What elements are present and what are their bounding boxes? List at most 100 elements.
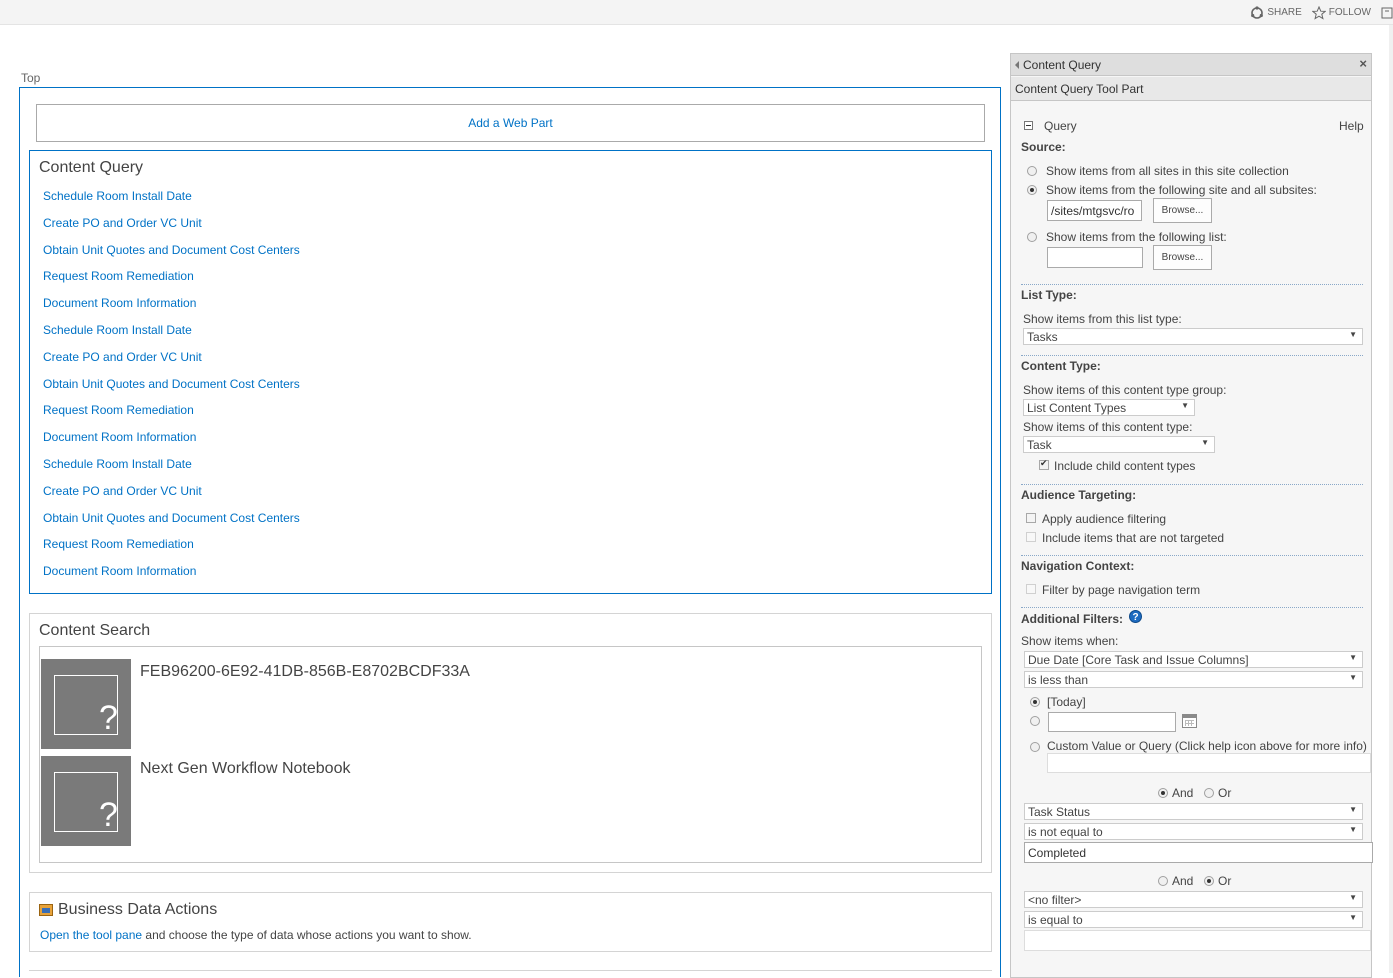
- content-query-title: Content Query: [39, 159, 144, 176]
- radio-and-1[interactable]: [1158, 788, 1168, 798]
- chevron-down-icon: ▼: [1349, 805, 1357, 814]
- search-result-item[interactable]: ? FEB96200-6E92-41DB-856B-E8702BCDF33A: [41, 659, 641, 749]
- radio-following-list[interactable]: [1027, 232, 1037, 242]
- item-link[interactable]: Schedule Room Install Date: [43, 323, 192, 337]
- radio-and-2[interactable]: [1158, 876, 1168, 886]
- page-scrollbar[interactable]: [1389, 25, 1393, 973]
- include-child-checkbox[interactable]: [1039, 458, 1049, 470]
- radio-or-1[interactable]: [1204, 788, 1214, 798]
- collapse-section-icon[interactable]: [1024, 121, 1033, 130]
- radio-date-value[interactable]: [1030, 716, 1040, 726]
- radio-custom-value[interactable]: [1030, 742, 1040, 752]
- add-web-part-link[interactable]: Add a Web Part: [36, 104, 985, 142]
- browse-list-button[interactable]: Browse...: [1153, 245, 1212, 270]
- query-section-link[interactable]: Query: [1044, 119, 1077, 133]
- content-type-group-select[interactable]: List Content Types ▼: [1023, 399, 1195, 416]
- item-link[interactable]: Request Room Remediation: [43, 269, 194, 283]
- search-result-title[interactable]: FEB96200-6E92-41DB-856B-E8702BCDF33A: [140, 663, 470, 681]
- share-label: SHARE: [1267, 7, 1302, 18]
- content-type-group-label: Show items of this content type group:: [1023, 383, 1227, 397]
- include-not-targeted-label: Include items that are not targeted: [1042, 531, 1225, 545]
- radio-or-2[interactable]: [1204, 876, 1214, 886]
- filter2-field-select[interactable]: Task Status ▼: [1024, 803, 1363, 820]
- item-link[interactable]: Schedule Room Install Date: [43, 457, 192, 471]
- content-type-heading: Content Type:: [1021, 359, 1101, 373]
- share-icon: [1250, 5, 1264, 20]
- item-link[interactable]: Document Room Information: [43, 296, 196, 310]
- radio-and-2-label: And: [1172, 874, 1194, 888]
- filter3-operator-select[interactable]: is equal to ▼: [1024, 911, 1363, 928]
- placeholder-image-icon: ?: [41, 756, 131, 846]
- chevron-down-icon: ▼: [1349, 673, 1357, 682]
- content-search-web-part[interactable]: Content Search ? FEB96200-6E92-41DB-856B…: [29, 613, 992, 873]
- item-link[interactable]: Create PO and Order VC Unit: [43, 350, 202, 364]
- follow-button[interactable]: FOLLOW: [1311, 5, 1371, 20]
- filter1-field-select[interactable]: Due Date [Core Task and Issue Columns] ▼: [1024, 651, 1363, 668]
- filter-by-term-checkbox[interactable]: [1026, 584, 1036, 594]
- custom-value-input[interactable]: [1047, 753, 1371, 773]
- search-result-item[interactable]: ? Next Gen Workflow Notebook: [41, 756, 641, 846]
- chevron-down-icon: ▼: [1349, 913, 1357, 922]
- navigation-heading: Navigation Context:: [1021, 559, 1135, 573]
- radio-all-sites-label: Show items from all sites in this site c…: [1046, 164, 1289, 178]
- open-tool-pane-link[interactable]: Open the tool pane: [40, 928, 142, 942]
- item-link[interactable]: Create PO and Order VC Unit: [43, 216, 202, 230]
- star-icon: [1311, 5, 1326, 20]
- section-divider: [1021, 484, 1363, 485]
- section-divider: [1021, 555, 1363, 556]
- content-type-select[interactable]: Task ▼: [1023, 436, 1215, 453]
- list-item: Obtain Unit Quotes and Document Cost Cen…: [43, 243, 300, 270]
- zone-title: Top: [21, 71, 41, 85]
- item-link[interactable]: Create PO and Order VC Unit: [43, 484, 202, 498]
- focus-on-content-button[interactable]: [1381, 6, 1393, 20]
- item-link[interactable]: Schedule Room Install Date: [43, 189, 192, 203]
- list-item: Create PO and Order VC Unit: [43, 350, 300, 377]
- content-search-title: Content Search: [39, 622, 151, 639]
- filter3-field-select[interactable]: <no filter> ▼: [1024, 891, 1363, 908]
- help-link[interactable]: Help: [1339, 119, 1364, 133]
- item-link[interactable]: Document Room Information: [43, 564, 196, 578]
- filter2-value-input[interactable]: Completed: [1024, 842, 1373, 863]
- item-link[interactable]: Obtain Unit Quotes and Document Cost Cen…: [43, 377, 300, 391]
- share-button[interactable]: SHARE: [1250, 5, 1302, 20]
- collapse-arrow-icon[interactable]: [1015, 61, 1019, 69]
- business-data-actions-web-part[interactable]: Business Data Actions Open the tool pane…: [29, 892, 992, 952]
- tool-pane: Content Query × Content Query Tool Part …: [1010, 53, 1373, 978]
- apply-audience-checkbox[interactable]: [1026, 513, 1036, 523]
- list-item: Schedule Room Install Date: [43, 189, 300, 216]
- date-value-input[interactable]: [1048, 712, 1176, 732]
- radio-following-site-label: Show items from the following site and a…: [1046, 183, 1317, 197]
- filters-heading: Additional Filters:: [1021, 612, 1123, 626]
- filter1-operator-select[interactable]: is less than ▼: [1024, 671, 1363, 688]
- item-link[interactable]: Obtain Unit Quotes and Document Cost Cen…: [43, 243, 300, 257]
- content-query-list: Schedule Room Install Date Create PO and…: [43, 189, 300, 591]
- tool-pane-title: Content Query: [1023, 58, 1102, 72]
- filter3-value-input[interactable]: [1024, 930, 1371, 951]
- radio-today[interactable]: [1030, 697, 1040, 707]
- search-result-title[interactable]: Next Gen Workflow Notebook: [140, 760, 350, 778]
- radio-all-sites[interactable]: [1027, 166, 1037, 176]
- radio-following-list-label: Show items from the following list:: [1046, 230, 1227, 244]
- filter2-operator-select[interactable]: is not equal to ▼: [1024, 823, 1363, 840]
- list-item: Document Room Information: [43, 564, 300, 591]
- browse-site-button[interactable]: Browse...: [1153, 198, 1212, 223]
- include-not-targeted-checkbox[interactable]: [1026, 532, 1036, 542]
- radio-following-site[interactable]: [1027, 185, 1037, 195]
- filter1-field-value: Due Date [Core Task and Issue Columns]: [1028, 653, 1249, 667]
- content-query-web-part[interactable]: Content Query Schedule Room Install Date…: [29, 150, 992, 594]
- top-ribbon-bar: SHARE FOLLOW: [0, 0, 1393, 25]
- list-type-select[interactable]: Tasks ▼: [1023, 328, 1363, 345]
- business-data-icon: [39, 904, 53, 916]
- section-divider: [1021, 607, 1363, 608]
- close-icon[interactable]: ×: [1359, 56, 1367, 71]
- item-link[interactable]: Obtain Unit Quotes and Document Cost Cen…: [43, 511, 300, 525]
- item-link[interactable]: Document Room Information: [43, 430, 196, 444]
- item-link[interactable]: Request Room Remediation: [43, 403, 194, 417]
- item-link[interactable]: Request Room Remediation: [43, 537, 194, 551]
- help-icon[interactable]: ?: [1129, 610, 1142, 623]
- calendar-icon[interactable]: [1182, 714, 1197, 728]
- list-item: Request Room Remediation: [43, 403, 300, 430]
- list-type-heading: List Type:: [1021, 288, 1077, 302]
- list-url-input[interactable]: [1047, 247, 1143, 268]
- site-url-input[interactable]: /sites/mtgsvc/ro: [1047, 200, 1142, 221]
